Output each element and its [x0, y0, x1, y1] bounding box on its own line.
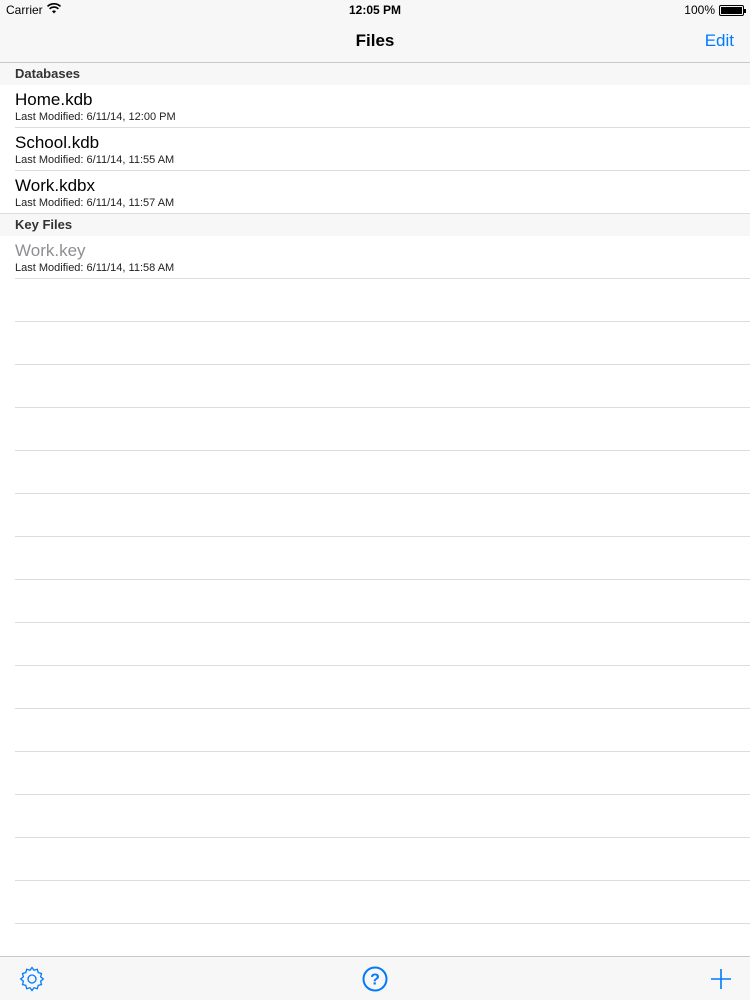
file-name: School.kdb	[15, 133, 100, 152]
battery-percent: 100%	[684, 3, 715, 17]
empty-row	[0, 795, 750, 838]
empty-row	[0, 322, 750, 365]
edit-button[interactable]: Edit	[705, 31, 734, 51]
file-name: Home.kdb	[15, 90, 93, 109]
database-row[interactable]: Home.kdb Last Modified: 6/11/14, 12:00 P…	[0, 85, 750, 128]
battery-icon	[719, 4, 746, 16]
key-file-row[interactable]: Work.key Last Modified: 6/11/14, 11:58 A…	[0, 236, 750, 279]
bottom-toolbar: ?	[0, 956, 750, 1000]
empty-rows	[0, 279, 750, 956]
battery-fill	[721, 6, 742, 14]
database-row[interactable]: Work.kdbx Last Modified: 6/11/14, 11:57 …	[0, 171, 750, 214]
empty-row	[0, 666, 750, 709]
database-row[interactable]: School.kdb Last Modified: 6/11/14, 11:55…	[0, 128, 750, 171]
file-modified: Last Modified: 6/11/14, 11:58 AM	[15, 262, 175, 274]
empty-row	[0, 838, 750, 881]
files-table[interactable]: Databases Home.kdb Last Modified: 6/11/1…	[0, 63, 750, 956]
file-modified: Last Modified: 6/11/14, 11:57 AM	[15, 197, 175, 209]
file-modified: Last Modified: 6/11/14, 12:00 PM	[15, 111, 176, 123]
empty-row	[0, 408, 750, 451]
empty-row	[0, 537, 750, 580]
empty-row	[0, 494, 750, 537]
empty-row	[0, 924, 750, 956]
section-header-key-files: Key Files	[0, 214, 750, 236]
empty-row	[0, 623, 750, 666]
svg-text:?: ?	[370, 972, 380, 989]
file-modified: Last Modified: 6/11/14, 11:55 AM	[15, 154, 175, 166]
empty-row	[0, 451, 750, 494]
empty-row	[0, 580, 750, 623]
empty-row	[0, 709, 750, 752]
section-header-databases: Databases	[0, 63, 750, 85]
status-bar: Carrier 12:05 PM 100%	[0, 0, 750, 20]
file-name: Work.key	[15, 241, 86, 260]
gear-icon[interactable]	[18, 965, 46, 993]
page-title: Files	[355, 31, 395, 50]
empty-row	[0, 752, 750, 795]
empty-row	[0, 365, 750, 408]
plus-icon[interactable]	[707, 965, 735, 993]
file-name: Work.kdbx	[15, 176, 95, 195]
help-icon[interactable]: ?	[361, 965, 389, 993]
status-time: 12:05 PM	[348, 3, 402, 17]
empty-row	[0, 881, 750, 924]
navigation-bar: Files Edit	[0, 20, 750, 63]
status-right: 100%	[684, 3, 746, 17]
empty-row	[0, 279, 750, 322]
